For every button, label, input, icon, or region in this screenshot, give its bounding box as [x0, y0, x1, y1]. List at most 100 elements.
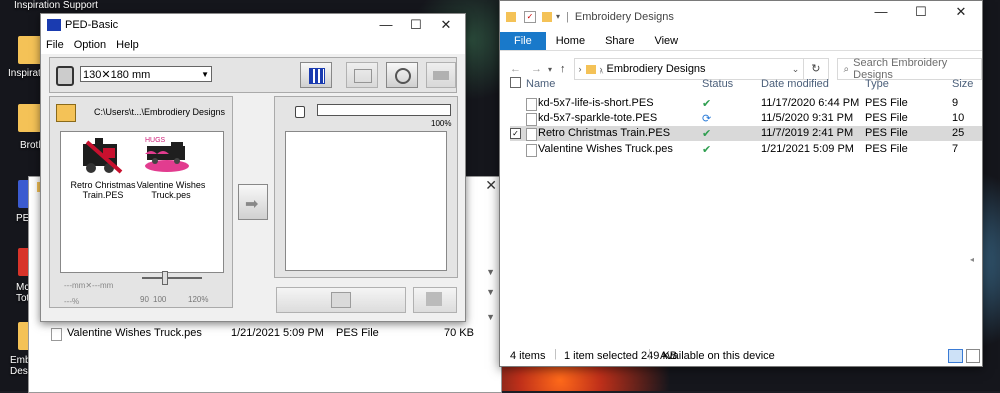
card-icon: [295, 106, 305, 118]
file-date: 1/21/2021 5:09 PM: [761, 143, 854, 155]
column-status[interactable]: Status: [702, 78, 733, 90]
select-all-checkbox[interactable]: [510, 77, 521, 88]
stitch-icon: [354, 69, 372, 83]
maximize-icon[interactable]: ☐: [401, 14, 431, 36]
card-contents-list[interactable]: [285, 131, 447, 271]
chevron-down-icon[interactable]: ▼: [486, 267, 495, 277]
design-thumbnail-truck[interactable]: HUGS: [141, 134, 193, 174]
title-bar[interactable]: PED-Basic — ☐ ✕: [41, 14, 465, 36]
column-size[interactable]: Size: [952, 78, 973, 90]
design-thumbnail-train[interactable]: [77, 136, 129, 176]
column-type[interactable]: Type: [865, 78, 889, 90]
folder-path: C:\Users\t...\Embrodiery Designs: [94, 107, 226, 117]
minimize-icon[interactable]: —: [371, 14, 401, 36]
table-row[interactable]: kd-5x7-sparkle-tote.PES ⟳ 11/5/2020 9:31…: [510, 111, 982, 126]
tab-home[interactable]: Home: [546, 32, 595, 50]
zoom-scale-max: 120%: [188, 295, 209, 304]
table-row[interactable]: kd-5x7-life-is-short.PES ✔ 11/17/2020 6:…: [510, 96, 982, 111]
chevron-right-icon: ›: [578, 64, 582, 74]
table-row-selected[interactable]: ✓ Retro Christmas Train.PES ✔ 11/7/2019 …: [510, 126, 982, 141]
properties-icon[interactable]: ✓: [524, 10, 536, 23]
svg-text:HUGS: HUGS: [145, 137, 166, 144]
progress-bar: [317, 104, 451, 116]
stitch-button[interactable]: [346, 62, 378, 88]
card-panel: 100%: [274, 96, 458, 278]
file-type: PES File: [336, 327, 379, 339]
folder-icon[interactable]: [56, 104, 76, 122]
title-bar[interactable]: ✓ ▾ | Embroidery Designs — ☐ ✕: [500, 1, 982, 32]
chevron-down-icon[interactable]: ▼: [486, 312, 495, 322]
hoop-size-value: 130✕180 mm: [83, 68, 151, 81]
progress-label: 100%: [431, 119, 452, 128]
write-card-icon: [331, 292, 351, 308]
forward-arrow-icon[interactable]: →: [531, 63, 542, 75]
zoom-percent-text: ---%: [64, 297, 80, 306]
write-to-card-button[interactable]: [276, 287, 406, 313]
new-folder-icon[interactable]: [542, 11, 552, 22]
details-view-icon[interactable]: [948, 349, 963, 363]
back-arrow-icon[interactable]: ←: [510, 63, 521, 75]
chevron-down-icon[interactable]: ⌄: [792, 64, 800, 75]
magnifier-icon: [395, 68, 411, 84]
status-bar: 4 items | 1 item selected 249 KB | Avail…: [500, 346, 982, 366]
chevron-down-icon[interactable]: ▼: [201, 70, 209, 79]
window-title: Embroidery Designs: [574, 10, 674, 23]
close-icon[interactable]: ✕: [485, 177, 497, 194]
item-count: 4 items: [510, 350, 546, 362]
close-icon[interactable]: ✕: [431, 14, 461, 36]
status-synced-icon: ✔: [702, 128, 712, 140]
file-date: 11/17/2020 6:44 PM: [761, 97, 860, 109]
file-name: Retro Christmas Train.PES: [538, 127, 671, 139]
breadcrumb[interactable]: Embrodiery Designs: [607, 63, 706, 75]
menu-option[interactable]: Option: [74, 39, 106, 51]
menu-help[interactable]: Help: [116, 39, 139, 51]
zoom-slider-track[interactable]: [142, 277, 202, 279]
file-type: PES File: [865, 97, 908, 109]
design-list[interactable]: Retro Christmas Train.PES HUGS Valentine…: [60, 131, 224, 273]
ped-basic-window[interactable]: PED-Basic — ☐ ✕ File Option Help 130✕180…: [40, 13, 466, 322]
up-arrow-icon[interactable]: ↑: [560, 63, 566, 75]
file-icon: [526, 144, 537, 157]
column-name[interactable]: Name: [526, 78, 555, 90]
recent-chevron-icon[interactable]: ▾: [548, 65, 552, 74]
delete-button[interactable]: [413, 287, 457, 313]
file-type: PES File: [865, 127, 908, 139]
tab-view[interactable]: View: [644, 32, 688, 50]
row-checkbox[interactable]: ✓: [510, 128, 521, 139]
train-design-icon: [83, 138, 123, 174]
large-icons-view-icon[interactable]: [966, 349, 980, 363]
transfer-arrow-button[interactable]: ➡: [238, 184, 268, 220]
printer-icon: [433, 71, 449, 80]
preview-button[interactable]: [386, 62, 418, 88]
file-type: PES File: [865, 112, 908, 124]
file-date: 1/21/2021 5:09 PM: [231, 327, 324, 339]
chevron-down-icon[interactable]: ▼: [486, 287, 495, 297]
explorer-window[interactable]: ✓ ▾ | Embroidery Designs — ☐ ✕ File Home…: [499, 0, 983, 367]
menu-file[interactable]: File: [46, 39, 64, 51]
tab-file[interactable]: File: [500, 32, 546, 50]
layout-button[interactable]: [300, 62, 332, 88]
table-row[interactable]: Valentine Wishes Truck.pes ✔ 1/21/2021 5…: [510, 142, 982, 157]
print-button[interactable]: [426, 62, 456, 88]
toolbar-panel: 130✕180 mm ▼: [49, 57, 457, 93]
design-name-truck: Valentine Wishes Truck.pes: [136, 180, 206, 200]
column-headers: ^ Name Status Date modified Type Size: [500, 71, 982, 95]
desktop-icon-label-inspiration-support[interactable]: Inspiration Support: [14, 0, 98, 11]
maximize-icon[interactable]: ☐: [906, 1, 936, 23]
tab-share[interactable]: Share: [595, 32, 644, 50]
delete-icon: [426, 292, 442, 306]
design-size-text: ---mm✕---mm: [64, 281, 114, 290]
minimize-icon[interactable]: —: [866, 1, 896, 23]
status-separator: |: [648, 348, 651, 360]
file-name: Valentine Wishes Truck.pes: [67, 327, 202, 339]
scroll-left-icon[interactable]: ◂: [970, 255, 974, 264]
chevron-down-icon[interactable]: ▾: [556, 12, 560, 21]
file-name: Valentine Wishes Truck.pes: [538, 143, 673, 155]
zoom-slider-thumb[interactable]: [162, 271, 168, 285]
close-icon[interactable]: ✕: [946, 1, 976, 23]
hoop-size-select[interactable]: 130✕180 mm ▼: [80, 66, 212, 82]
column-date[interactable]: Date modified: [761, 78, 829, 90]
status-syncing-icon: ⟳: [702, 113, 712, 125]
grid-icon: [309, 68, 325, 84]
folder-icon: [585, 64, 596, 74]
